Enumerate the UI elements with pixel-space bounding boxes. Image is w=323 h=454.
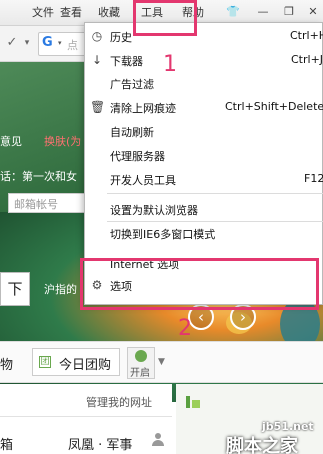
check-icon[interactable]: ✓: [4, 35, 20, 51]
menu-item-downloader[interactable]: ↓ 下载器 Ctrl+J: [85, 49, 323, 71]
search-placeholder: 点: [67, 39, 78, 52]
menu-item-shortcut: Ctrl+Shift+Delete: [225, 100, 323, 113]
menu-item-auto-refresh[interactable]: 自动刷新: [85, 120, 323, 142]
site-link-ifeng-military[interactable]: 凤凰 · 军事: [68, 434, 132, 453]
menu-item-label: 开发人员工具: [110, 174, 176, 187]
divider: [0, 416, 172, 417]
menu-file[interactable]: 文件: [32, 4, 54, 20]
step-number-2: 2: [178, 316, 192, 341]
menu-item-shortcut: Ctrl+H: [290, 29, 323, 42]
tab-group-buy[interactable]: 团 今日团购: [32, 348, 120, 376]
menu-item-label: 历史: [110, 31, 132, 44]
menu-item-clear-history[interactable]: 🗑 清除上网痕迹 Ctrl+Shift+Delete: [85, 96, 323, 118]
menu-item-set-default[interactable]: 设置为默认浏览器: [85, 198, 323, 220]
site-link-mail[interactable]: 箱: [0, 434, 13, 453]
calendar-icon: 团: [39, 356, 51, 368]
login-row: 邮箱帐号: [0, 193, 90, 213]
app-logo-icon: [186, 396, 200, 410]
menu-favorites[interactable]: 收藏: [98, 4, 120, 20]
feedback-link[interactable]: 意见: [0, 133, 22, 149]
menu-item-label: 切换到IE6多窗口模式: [110, 228, 216, 241]
search-input[interactable]: G ▾ 点: [38, 32, 88, 56]
search-engine-icon[interactable]: G: [42, 35, 53, 50]
menu-item-proxy[interactable]: 代理服务器: [85, 144, 323, 166]
news-ticker[interactable]: 话：第一次和女: [0, 168, 77, 184]
menu-item-label: 广告过滤: [110, 78, 154, 91]
watermark-name: 脚本之家: [226, 436, 298, 454]
menu-item-shortcut: F12: [304, 172, 323, 185]
minimize-icon[interactable]: —: [252, 3, 274, 21]
my-sites-panel: 管理我的网址 箱 凤凰 · 军事: [0, 384, 172, 454]
highlight-options-item: [80, 258, 319, 310]
download-icon: ↓: [91, 53, 103, 67]
menu-item-label: 自动刷新: [110, 126, 154, 139]
manage-sites-link[interactable]: 管理我的网址: [86, 394, 152, 410]
menu-item-label: 代理服务器: [110, 150, 165, 163]
menu-item-ad-filter[interactable]: 广告过滤: [85, 72, 323, 94]
tab-group-buy-label: 今日团购: [59, 358, 112, 373]
email-account-placeholder: 邮箱帐号: [14, 198, 58, 211]
menu-item-dev-tools[interactable]: 开发人员工具 F12: [85, 168, 323, 190]
close-icon[interactable]: ✕: [302, 3, 323, 21]
step-number-1: 1: [163, 52, 177, 77]
history-icon: ◷: [91, 29, 103, 43]
menu-item-history[interactable]: ◷ 历史 Ctrl+H: [85, 25, 323, 47]
chevron-down-icon[interactable]: ▼: [158, 357, 165, 367]
user-icon[interactable]: [151, 433, 165, 447]
skin-icon[interactable]: 👕: [222, 3, 244, 21]
dropdown-arrow-icon[interactable]: ▾: [19, 35, 35, 51]
menu-item-label: 下载器: [110, 55, 143, 68]
menu-item-label: 清除上网痕迹: [110, 102, 176, 115]
content-tab-bar: 物 团 今日团购 开启 ▼: [0, 341, 323, 383]
menu-item-ie6-mode[interactable]: 切换到IE6多窗口模式: [85, 222, 323, 244]
highlight-tools-menu: [133, 0, 197, 36]
restore-icon[interactable]: ❐: [278, 3, 300, 21]
trash-icon: 🗑: [90, 100, 106, 114]
chevron-down-icon[interactable]: ▾: [58, 39, 62, 47]
menu-item-shortcut: Ctrl+J: [291, 53, 323, 66]
tab-shopping[interactable]: 物: [0, 354, 13, 373]
download-button[interactable]: 下: [0, 272, 30, 306]
enable-toggle[interactable]: 开启: [127, 347, 155, 379]
menu-item-label: 设置为默认浏览器: [110, 204, 198, 217]
menu-view[interactable]: 查看: [60, 4, 82, 20]
menu-separator: [107, 193, 323, 194]
sound-icon: [135, 350, 147, 362]
change-skin-link[interactable]: 换肤(为: [44, 133, 81, 149]
toggle-label: 开启: [130, 368, 150, 379]
stock-news-link[interactable]: 沪指的: [44, 281, 77, 297]
